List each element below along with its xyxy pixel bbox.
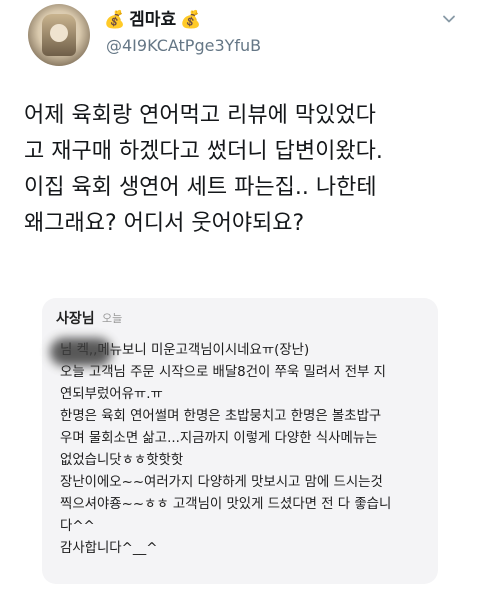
author-name-row[interactable]: 💰 겜마효 💰 [104,9,201,31]
user-handle[interactable]: @4I9KCAtPge3YfuB [106,36,261,55]
money-bag-icon: 💰 [104,10,126,30]
reply-time: 오늘 [102,312,123,325]
chevron-down-icon[interactable] [442,12,456,26]
display-name[interactable]: 겜마효 [129,10,176,30]
avatar-face [50,24,68,42]
redacted-name-blur [50,338,112,366]
tweet-text: 어제 육회랑 연어먹고 리뷰에 막있었다 고 재구매 하겠다고 썼더니 답변이왔… [24,103,383,236]
reply-screenshot-card: 사장님 오늘 님 켁,,메뉴보니 미운고객님이시네요ㅠ(장난) 오늘 고객님 주… [42,298,438,584]
owner-label: 사장님 [56,311,95,327]
tweet-header: 💰 겜마효 💰 @4I9KCAtPge3YfuB [0,0,480,76]
money-bag-icon: 💰 [180,10,202,30]
owner-reply-text: 님 켁,,메뉴보니 미운고객님이시네요ㅠ(장난) 오늘 고객님 주문 시작으로 … [60,343,392,556]
avatar[interactable] [28,4,90,66]
